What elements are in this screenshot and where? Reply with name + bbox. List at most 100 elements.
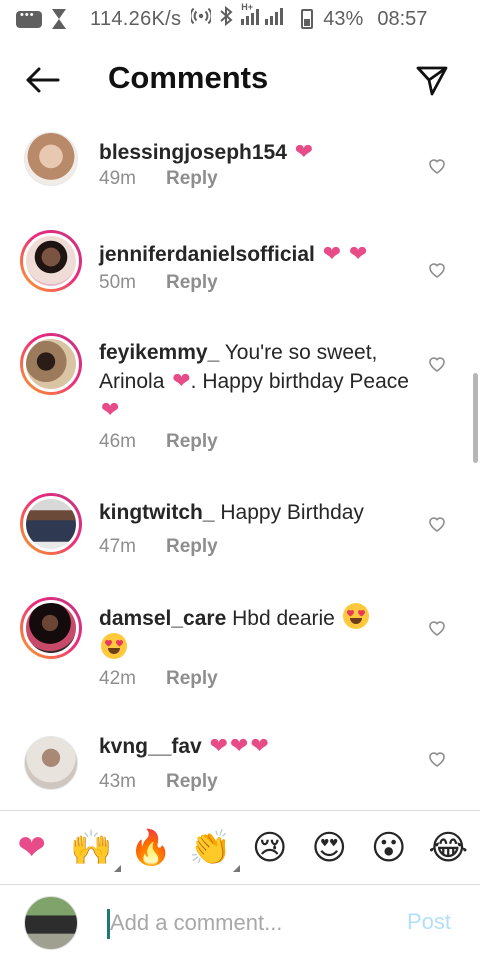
heart-outline-icon bbox=[429, 752, 445, 767]
comment-time: 50m bbox=[99, 272, 136, 293]
comment-meta: 47m Reply bbox=[99, 536, 218, 558]
like-button[interactable] bbox=[426, 259, 448, 281]
comment-body: damsel_care Hbd dearie bbox=[99, 603, 409, 663]
paper-plane-icon bbox=[416, 66, 448, 96]
avatar-image bbox=[23, 600, 79, 656]
comment-body: feyikemmy_ You're so sweet, Arinola ❤. H… bbox=[99, 339, 409, 425]
reply-button[interactable]: Reply bbox=[166, 771, 218, 793]
battery-percent: 43% bbox=[323, 7, 364, 30]
heart-outline-icon bbox=[429, 357, 445, 372]
comment-body: kingtwitch_ Happy Birthday bbox=[99, 499, 409, 527]
crying-face-emoji-button[interactable]: 😢 bbox=[248, 826, 292, 870]
clapping-hands-emoji-icon: 👏 bbox=[189, 828, 232, 867]
reply-button[interactable]: Reply bbox=[166, 272, 218, 294]
crying-face-emoji-icon: 😢 bbox=[252, 828, 288, 867]
avatar[interactable] bbox=[20, 732, 82, 794]
comment-username[interactable]: kingtwitch_ bbox=[99, 501, 215, 524]
heart-emoji-icon: ❤ bbox=[230, 733, 249, 758]
heart-eyes-emoji-icon: 😍 bbox=[311, 828, 347, 867]
comment-body: kvng__fav ❤❤❤ bbox=[99, 732, 409, 761]
comment-body: blessingjoseph154 ❤ bbox=[99, 138, 409, 167]
comment-username[interactable]: blessingjoseph154 bbox=[99, 141, 287, 164]
heart-emoji-icon: ❤ bbox=[172, 368, 191, 393]
avatar[interactable] bbox=[20, 493, 82, 555]
comment-list[interactable]: blessingjoseph154 ❤ 49m Reply jenniferda… bbox=[0, 118, 480, 808]
comment-username[interactable]: feyikemmy_ bbox=[99, 341, 219, 364]
comment-time: 42m bbox=[99, 668, 136, 689]
comment-text: Happy Birthday bbox=[220, 501, 364, 524]
comment-username[interactable]: damsel_care bbox=[99, 607, 226, 630]
heart-eyes-emoji-icon bbox=[101, 633, 127, 659]
comment-text-2: . Happy birthday Peace bbox=[190, 370, 409, 393]
avatar[interactable] bbox=[20, 230, 82, 292]
avatar-image bbox=[23, 496, 79, 552]
heart-emoji-icon: ❤ bbox=[294, 139, 314, 164]
comment-body: jenniferdanielsofficial ❤ ❤ bbox=[99, 240, 409, 269]
hourglass-icon bbox=[52, 9, 66, 29]
avatar-image bbox=[23, 336, 79, 392]
heart-emoji-button[interactable]: ❤ bbox=[10, 826, 54, 870]
comment-meta: 46m Reply bbox=[99, 431, 218, 453]
like-button[interactable] bbox=[426, 353, 448, 375]
comment-meta: 50m Reply bbox=[99, 272, 218, 294]
heart-emoji-icon: ❤ bbox=[349, 241, 368, 266]
surprised-face-emoji-icon: 😮 bbox=[371, 828, 407, 867]
scrollbar-thumb[interactable] bbox=[473, 373, 478, 463]
back-button[interactable] bbox=[22, 62, 62, 98]
heart-outline-icon bbox=[429, 517, 445, 532]
laughing-face-emoji-button[interactable]: 😂 bbox=[426, 826, 470, 870]
heart-outline-icon bbox=[429, 263, 445, 278]
signal-icon: H+ bbox=[241, 2, 287, 32]
reply-button[interactable]: Reply bbox=[166, 668, 218, 690]
battery-icon bbox=[301, 9, 314, 29]
status-bar: 114.26K/s H+ 43% 08:57 bbox=[0, 0, 480, 38]
share-button[interactable] bbox=[410, 58, 454, 102]
like-button[interactable] bbox=[426, 617, 448, 639]
avatar[interactable] bbox=[20, 333, 82, 395]
comment-username[interactable]: kvng__fav bbox=[99, 735, 202, 758]
reply-button[interactable]: Reply bbox=[166, 431, 218, 453]
comment-time: 49m bbox=[99, 168, 136, 189]
heart-emoji-icon: ❤ bbox=[209, 733, 229, 758]
comment-time: 43m bbox=[99, 771, 136, 792]
comment-text: Hbd dearie bbox=[232, 607, 335, 630]
heart-emoji-icon: ❤ bbox=[17, 828, 47, 867]
comment-username[interactable]: jenniferdanielsofficial bbox=[99, 243, 315, 266]
comment-meta: 42m Reply bbox=[99, 668, 218, 690]
network-speed: 114.26K/s bbox=[90, 7, 182, 30]
skin-tone-indicator bbox=[233, 864, 241, 872]
comment-time: 46m bbox=[99, 431, 136, 452]
laughing-face-emoji-icon: 😂 bbox=[428, 828, 469, 867]
heart-outline-icon bbox=[429, 621, 445, 636]
like-button[interactable] bbox=[426, 155, 448, 177]
arrow-left-icon bbox=[26, 67, 60, 93]
reply-button[interactable]: Reply bbox=[166, 536, 218, 558]
raised-hands-emoji-button[interactable]: 🙌 bbox=[69, 826, 122, 872]
hotspot-icon bbox=[189, 6, 213, 32]
heart-emoji-icon: ❤ bbox=[322, 241, 342, 266]
comment-composer: Post bbox=[0, 884, 480, 960]
avatar-image bbox=[24, 132, 78, 186]
clapping-hands-emoji-button[interactable]: 👏 bbox=[188, 826, 241, 872]
avatar[interactable] bbox=[20, 597, 82, 659]
post-button[interactable]: Post bbox=[407, 909, 451, 935]
heart-emoji-icon: ❤ bbox=[250, 733, 269, 758]
raised-hands-emoji-icon: 🙌 bbox=[70, 828, 113, 867]
clock: 08:57 bbox=[377, 7, 428, 30]
bluetooth-icon bbox=[219, 5, 233, 32]
heart-emoji-icon: ❤ bbox=[101, 397, 120, 422]
avatar[interactable] bbox=[20, 128, 82, 190]
avatar-image bbox=[23, 233, 79, 289]
fire-emoji-button[interactable]: 🔥 bbox=[129, 826, 173, 870]
comment-meta: 43m Reply bbox=[99, 771, 218, 793]
message-icon bbox=[16, 9, 42, 28]
comment-meta: 49m Reply bbox=[99, 168, 218, 190]
fire-emoji-icon: 🔥 bbox=[129, 828, 172, 867]
surprised-face-emoji-button[interactable]: 😮 bbox=[367, 826, 411, 870]
skin-tone-indicator bbox=[114, 864, 122, 872]
heart-eyes-emoji-button[interactable]: 😍 bbox=[307, 826, 351, 870]
reply-button[interactable]: Reply bbox=[166, 168, 218, 190]
like-button[interactable] bbox=[426, 748, 448, 770]
comment-input[interactable] bbox=[110, 905, 390, 941]
like-button[interactable] bbox=[426, 513, 448, 535]
